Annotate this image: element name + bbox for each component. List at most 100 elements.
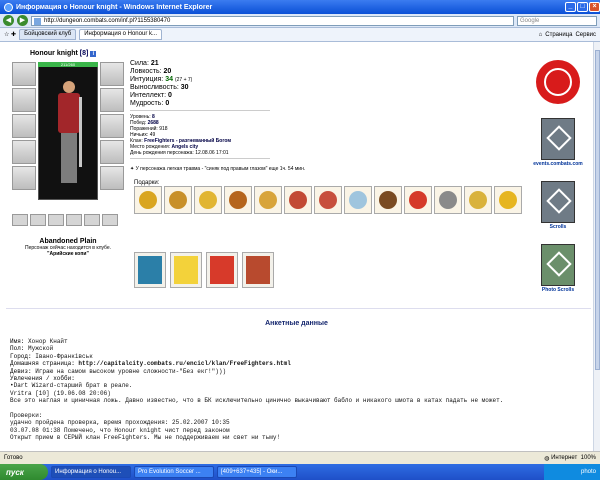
character-name[interactable]: Honour knight [30,50,78,57]
minimize-button[interactable]: _ [565,2,576,12]
homepage-link[interactable]: http://capitalcity.combats.ru/encicl/kla… [78,360,290,367]
section-divider [6,308,591,309]
stats-block: Сила: 21 Ловкость: 20 Интуиция: 34 (27 +… [130,60,192,108]
gift-item[interactable] [164,186,192,214]
task-ie[interactable]: Информация о Honou... [51,466,131,478]
task-okno[interactable]: [409+637+435] - Оки... [217,466,297,478]
star-icon[interactable]: ☆ ✚ [4,31,16,38]
location-name: Abandoned Plain [39,238,97,245]
ie-icon [4,2,13,12]
profile-line: Домашняя страница: http://capitalcity.co… [10,360,291,368]
right-column: events.combats.com Scrolls Photo Scrolls [528,60,588,293]
ring-slot[interactable] [12,214,28,226]
info-birthday: День рождения персонажа: 12.08.06 17:01 [130,150,229,156]
gift-card[interactable] [170,252,202,288]
gift-item[interactable] [434,186,462,214]
gift-card[interactable] [206,252,238,288]
amulet-slot[interactable] [100,88,124,112]
gift-icon [499,191,517,209]
tab-bar: ☆ ✚ Бойцовский клуб Информация о Honour … [0,28,600,42]
back-arrow-icon[interactable]: ◀ [3,15,14,26]
ring-slot[interactable] [102,214,118,226]
stat-agility: Ловкость: 20 [130,68,172,75]
tab-combats-club[interactable]: Бойцовский клуб [19,29,77,40]
gift-item[interactable] [404,186,432,214]
zone-text: Интернет [551,455,578,461]
profile-line: •Dart Wizard-старший брат в реале. [10,382,133,390]
gift-icon [469,191,487,209]
zoom-level[interactable]: 100% [581,455,596,461]
clan-emblem[interactable] [536,60,580,104]
vertical-scrollbar[interactable] [593,42,600,451]
gift-icon [169,191,187,209]
photo-scrolls-banner[interactable] [541,244,575,286]
gift-item[interactable] [344,186,372,214]
profile-line: Vritra [10] (19.06.08 20:06) [10,389,111,397]
club-name: "Арийские копи" [47,251,89,257]
gift-item[interactable] [224,186,252,214]
home-icon[interactable]: ⌂ [539,32,543,38]
taskbar: пуск Информация о Honou... Pro Evolution… [0,464,600,480]
tools-menu[interactable]: Сервис [575,32,596,38]
gift-card-icon [174,256,198,284]
scrolls-link[interactable]: Scrolls [528,224,588,230]
boots-slot[interactable] [100,166,124,190]
search-input[interactable]: Google [517,15,597,26]
forward-arrow-icon[interactable]: ▶ [17,15,28,26]
address-url: http://dungeon.combats.com/inf.pl?115538… [44,17,171,24]
character-header: Honour knight [8] i [30,50,97,57]
events-link[interactable]: events.combats.com [528,161,588,167]
gift-item[interactable] [464,186,492,214]
tab-character-info[interactable]: Информация о Honour k... [79,29,162,40]
equipment-right [100,62,124,192]
ring-slot[interactable] [84,214,100,226]
gift-card[interactable] [134,252,166,288]
helmet-slot[interactable] [12,62,36,86]
weapon-slot[interactable] [12,114,36,138]
photo-scrolls-link[interactable]: Photo Scrolls [528,287,588,293]
start-button[interactable]: пуск [0,464,48,480]
gift-icon [409,191,427,209]
gift-item[interactable] [284,186,312,214]
gifts-grid [134,186,534,214]
bracers-slot[interactable] [12,88,36,112]
ring-slot[interactable] [66,214,82,226]
page-icon [34,17,41,25]
earring-slot[interactable] [100,62,124,86]
gift-icon [199,191,217,209]
profile-title: Анкетные данные [265,320,328,327]
task-pes[interactable]: Pro Evolution Soccer ... [134,466,214,478]
address-input[interactable]: http://dungeon.combats.com/inf.pl?115538… [31,15,514,26]
gift-item[interactable] [374,186,402,214]
profile-line: Пол: Мужской [10,345,54,353]
armor-slot[interactable] [12,140,36,164]
profile-line: Девиз: Играю на самом высоком уровне сло… [10,367,227,375]
gloves-slot[interactable] [100,114,124,138]
address-toolbar: ◀ ▶ http://dungeon.combats.com/inf.pl?11… [0,14,600,28]
gift-item[interactable] [194,186,222,214]
profile-line: Город: Івано-Франківськ [10,352,93,360]
globe-icon: ◍ [544,455,550,462]
gift-card[interactable] [242,252,274,288]
events-banner[interactable] [541,118,575,160]
ring-slot[interactable] [30,214,46,226]
gift-item[interactable] [314,186,342,214]
scrolls-banner[interactable] [541,181,575,223]
gift-item[interactable] [254,186,282,214]
close-button[interactable]: × [589,2,600,12]
ring-slot[interactable] [48,214,64,226]
info-icon[interactable]: i [90,51,97,57]
status-text: Готово [4,455,23,461]
window-title: Информация о Honour knight - Windows Int… [16,3,213,11]
maximize-button[interactable]: □ [577,2,588,12]
gift-icon [349,191,367,209]
belt-slot[interactable] [12,166,36,190]
ring-slots [12,214,124,226]
shield-slot[interactable] [100,140,124,164]
character-level: [8] [79,50,89,57]
profile-line: Проверки: [10,412,43,420]
gift-item[interactable] [134,186,162,214]
page-menu[interactable]: Страница [545,32,572,38]
gift-item[interactable] [494,186,522,214]
gift-icon [379,191,397,209]
